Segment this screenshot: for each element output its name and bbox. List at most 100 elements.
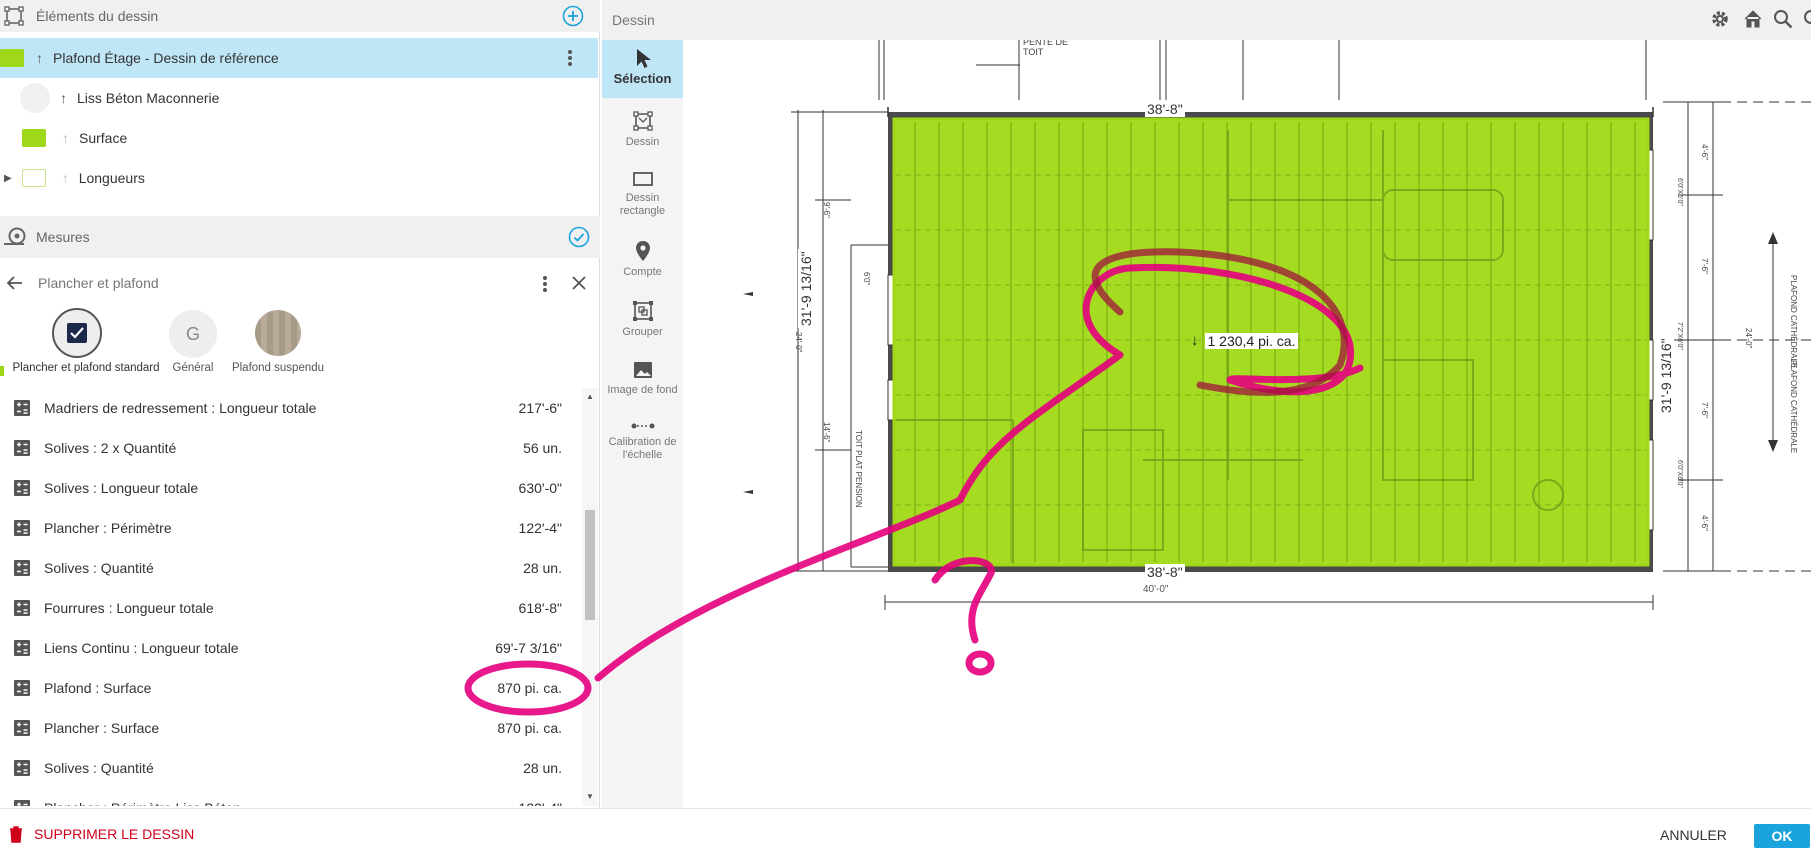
measure-value: 122'-4": [518, 520, 562, 536]
assembly-avatar: [52, 308, 102, 358]
close-icon[interactable]: [571, 275, 587, 291]
assembly-option-suspendu[interactable]: Plafond suspendu: [228, 304, 328, 384]
tool-grouper[interactable]: Grouper: [602, 296, 683, 348]
selected-indicator: [0, 366, 4, 376]
left-panel: Éléments du dessin ↑ Plafond Étage - Des…: [0, 0, 600, 808]
plan-label-roof-slope: PENTE DE TOIT: [1023, 40, 1069, 57]
calculator-icon: [0, 759, 44, 777]
assembly-title: Plancher et plafond: [38, 275, 159, 291]
tool-label: Grouper: [622, 326, 663, 338]
calculator-icon: [0, 719, 44, 737]
measure-name: Solives : 2 x Quantité: [44, 440, 177, 456]
measure-value: 28 un.: [523, 560, 562, 576]
layer-up-arrow-icon: ↑: [36, 50, 43, 66]
plan-dim-left-small: 6'0": [862, 272, 871, 286]
tool-calibration[interactable]: Calibration de l'échelle: [602, 416, 683, 480]
plan-dim-left-2: 24'-0": [794, 332, 803, 353]
scroll-down-icon[interactable]: ▼: [586, 792, 594, 801]
layer-item-longueurs[interactable]: ▶ ↑ Longueurs: [0, 158, 598, 198]
assembly-label: Général: [172, 362, 214, 374]
assembly-label: Plafond suspendu: [231, 362, 325, 374]
scale-calibration-icon: [631, 423, 654, 429]
tool-image-de-fond[interactable]: Image de fond: [602, 356, 683, 408]
layer-swatch: [20, 83, 50, 113]
measure-value: 56 un.: [523, 440, 562, 456]
more-vert-icon[interactable]: [566, 48, 574, 68]
polygon-icon: [632, 111, 653, 131]
measure-row[interactable]: Solives : Longueur totale 630'-0": [0, 468, 582, 508]
measure-row[interactable]: Fourrures : Longueur totale 618'-8": [0, 588, 582, 628]
home-icon[interactable]: [1742, 8, 1764, 30]
drawing-canvas[interactable]: 38'-8" 38'-8" 40'-0" 31'-9 13/16" 31'-9 …: [683, 40, 1811, 792]
measure-row[interactable]: Plancher : Surface 870 pi. ca.: [0, 708, 582, 748]
assembly-option-standard[interactable]: Plancher et plafond standard: [0, 304, 164, 384]
measures-scrollbar[interactable]: ▲ ▼: [582, 388, 598, 806]
measure-value: 217'-6": [518, 400, 562, 416]
assembly-option-general[interactable]: G Général: [164, 304, 222, 384]
measure-name: Liens Continu : Longueur totale: [44, 640, 239, 656]
measure-name: Solives : Quantité: [44, 560, 154, 576]
measures-header: Mesures: [0, 216, 600, 258]
tool-label: Dessin: [625, 136, 660, 148]
dimension-bottom-small: 40'-0": [1143, 584, 1169, 595]
tool-compte[interactable]: Compte: [602, 236, 683, 288]
measure-value: 630'-0": [518, 480, 562, 496]
image-icon: [633, 362, 652, 378]
expand-arrow-icon[interactable]: ▶: [4, 173, 12, 184]
back-arrow-icon[interactable]: [6, 274, 24, 292]
calculator-icon: [0, 559, 44, 577]
calculator-icon: [0, 399, 44, 417]
plan-dim-right-far: 24'-0": [1744, 328, 1753, 349]
layer-item-liss-beton[interactable]: ↑ Liss Béton Maconnerie: [0, 78, 598, 118]
plan-window-right-1: 6'0"X6'0": [1676, 178, 1683, 206]
scrollbar-thumb[interactable]: [585, 510, 595, 620]
area-value: 1 230,4 pi. ca.: [1204, 332, 1299, 349]
bottom-action-bar: SUPPRIMER LE DESSIN ANNULER OK: [0, 808, 1811, 865]
plan-dim-right-1: 4'-6": [1700, 144, 1709, 160]
tool-label: Compte: [623, 266, 662, 278]
calculator-icon: [0, 599, 44, 617]
layer-item-surface[interactable]: ↑ Surface: [0, 118, 598, 158]
more-vert-icon[interactable]: [541, 274, 549, 294]
measure-row[interactable]: Solives : Quantité 28 un.: [0, 748, 582, 788]
plan-window-right-3: 6'0"X6'0": [1676, 460, 1683, 488]
ok-button[interactable]: OK: [1754, 824, 1810, 848]
measures-list: Madriers de redressement : Longueur tota…: [0, 388, 598, 806]
measure-row[interactable]: Plancher : Périmètre 122'-4": [0, 508, 582, 548]
measure-name: Plafond : Surface: [44, 680, 152, 696]
delete-drawing-button[interactable]: SUPPRIMER LE DESSIN: [8, 825, 194, 843]
cancel-button[interactable]: ANNULER: [1660, 827, 1727, 843]
tool-selection[interactable]: Sélection: [602, 40, 683, 98]
measure-value: 122'-4": [462, 800, 582, 806]
trash-icon: [8, 825, 24, 843]
assembly-avatar: G: [169, 310, 217, 358]
measure-row[interactable]: Madriers de redressement : Longueur tota…: [0, 388, 582, 428]
calculator-icon: [0, 439, 44, 457]
check-circle-icon[interactable]: [568, 226, 590, 248]
map-pin-icon: [635, 241, 650, 261]
tape-measure-icon: [2, 226, 28, 248]
cursor-icon: [636, 49, 651, 68]
elements-header: Éléments du dessin: [0, 0, 600, 32]
measure-row[interactable]: Plafond : Surface 870 pi. ca.: [0, 668, 582, 708]
settings-icon[interactable]: [1709, 8, 1731, 30]
layer-item-plafond[interactable]: ↑ Plafond Étage - Dessin de référence: [0, 38, 598, 78]
tool-label: Calibration de l'échelle: [608, 436, 677, 461]
add-element-icon[interactable]: [562, 5, 584, 27]
tool-dessin[interactable]: Dessin: [602, 106, 683, 158]
measure-row[interactable]: Liens Continu : Longueur totale 69'-7 3/1…: [0, 628, 582, 668]
measure-row[interactable]: Solives : Quantité 28 un.: [0, 548, 582, 588]
measure-row[interactable]: Plancher : Périmètre Liss Béton122'-4": [0, 788, 582, 806]
zoom-out-icon[interactable]: [1802, 8, 1811, 30]
assembly-header: Plancher et plafond: [0, 266, 598, 300]
zoom-icon[interactable]: [1772, 8, 1794, 30]
scroll-up-icon[interactable]: ▲: [586, 392, 594, 401]
area-label[interactable]: ↓ 1 230,4 pi. ca.: [1191, 332, 1299, 349]
dimension-right: 31'-9 13/16": [1658, 336, 1674, 415]
floor-plan: [743, 40, 1811, 610]
suspended-ceiling-thumbnail: [255, 310, 301, 356]
drawing-topbar: Dessin: [602, 0, 1811, 40]
tool-dessin-rectangle[interactable]: Dessin rectangle: [602, 166, 683, 228]
measure-value: 28 un.: [523, 760, 562, 776]
measure-row[interactable]: Solives : 2 x Quantité 56 un.: [0, 428, 582, 468]
